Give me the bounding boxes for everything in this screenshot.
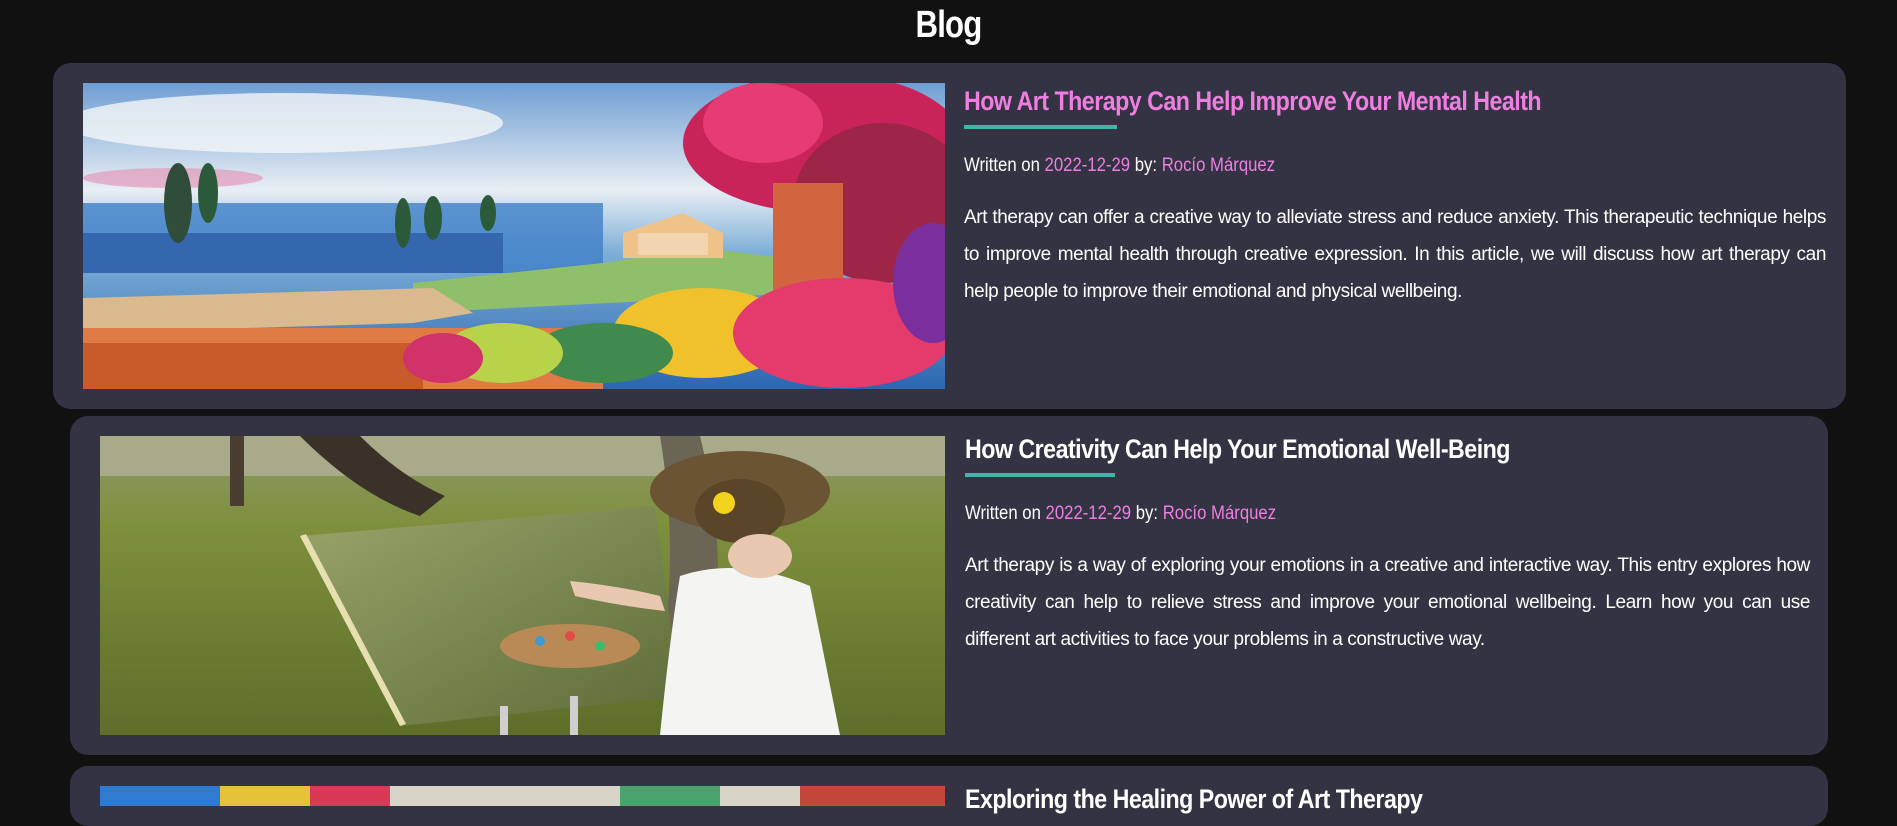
post-card: How Creativity Can Help Your Emotional W… bbox=[70, 416, 1828, 755]
post-image[interactable] bbox=[100, 786, 945, 806]
post-date: 2022-12-29 bbox=[1045, 503, 1132, 524]
post-image[interactable] bbox=[83, 83, 945, 389]
author-link[interactable]: Rocío Márquez bbox=[1163, 503, 1276, 524]
post-card: How Art Therapy Can Help Improve Your Me… bbox=[53, 63, 1846, 409]
post-excerpt: Art therapy can offer a creative way to … bbox=[964, 207, 1826, 302]
by-label: by: bbox=[1135, 503, 1159, 524]
post-image[interactable] bbox=[100, 436, 945, 735]
written-on-label: Written on bbox=[965, 503, 1041, 524]
by-label: by: bbox=[1134, 155, 1158, 176]
post-card: Exploring the Healing Power of Art Thera… bbox=[70, 766, 1828, 826]
post-content: Exploring the Healing Power of Art Thera… bbox=[965, 781, 1810, 817]
page-title: Blog bbox=[915, 4, 983, 46]
title-underline bbox=[964, 125, 1117, 129]
post-meta: Written on 2022-12-29 by: Rocío Márquez bbox=[964, 155, 1723, 177]
post-title-link[interactable]: Exploring the Healing Power of Art Thera… bbox=[965, 781, 1692, 817]
post-content: How Creativity Can Help Your Emotional W… bbox=[965, 431, 1810, 658]
post-excerpt: Art therapy is a way of exploring your e… bbox=[965, 555, 1810, 650]
post-title-link[interactable]: How Art Therapy Can Help Improve Your Me… bbox=[964, 83, 1705, 119]
author-link[interactable]: Rocío Márquez bbox=[1162, 155, 1275, 176]
post-meta: Written on 2022-12-29 by: Rocío Márquez bbox=[965, 503, 1709, 525]
written-on-label: Written on bbox=[964, 155, 1040, 176]
post-content: How Art Therapy Can Help Improve Your Me… bbox=[964, 83, 1826, 310]
post-title-link[interactable]: How Creativity Can Help Your Emotional W… bbox=[965, 431, 1692, 467]
post-date: 2022-12-29 bbox=[1044, 155, 1131, 176]
title-underline bbox=[965, 473, 1115, 477]
